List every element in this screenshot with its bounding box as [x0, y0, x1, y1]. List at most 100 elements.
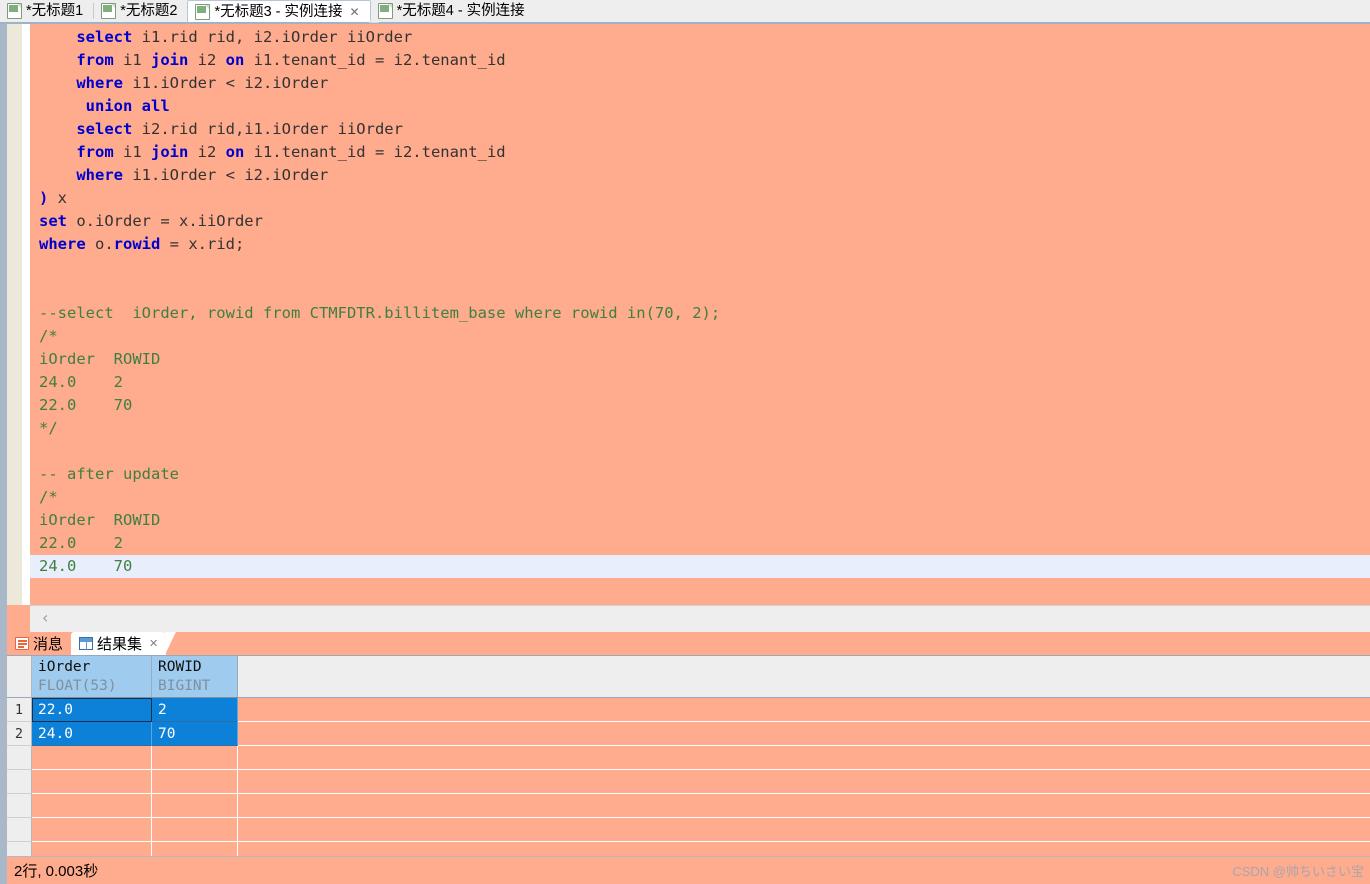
code-line[interactable]: 24.0 2	[30, 371, 1370, 394]
code-line[interactable]: from i1 join i2 on i1.tenant_id = i2.ten…	[30, 49, 1370, 72]
code-line[interactable]: where i1.iOrder < i2.iOrder	[30, 72, 1370, 95]
code-line[interactable]: from i1 join i2 on i1.tenant_id = i2.ten…	[30, 141, 1370, 164]
grid-empty-row[interactable]	[7, 842, 1370, 857]
code-line[interactable]: iOrder ROWID	[30, 509, 1370, 532]
results-tab-result-set[interactable]: 结果集 ✕	[71, 632, 177, 655]
grid-cell[interactable]: 22.0	[32, 698, 152, 722]
sql-file-icon	[101, 3, 117, 19]
code-line[interactable]	[30, 440, 1370, 463]
grid-row-filler	[238, 746, 1370, 770]
code-line[interactable]: union all	[30, 95, 1370, 118]
editor-tab-4[interactable]: *无标题4 - 实例连接	[370, 0, 535, 22]
grid-empty-cell[interactable]	[32, 818, 152, 842]
grid-row-filler	[238, 842, 1370, 857]
code-line[interactable]: where o.rowid = x.rid;	[30, 233, 1370, 256]
code-line[interactable]: -- after update	[30, 463, 1370, 486]
code-line[interactable]: select i2.rid rid,i1.iOrder iiOrder	[30, 118, 1370, 141]
code-line[interactable]: 22.0 2	[30, 532, 1370, 555]
grid-empty-row[interactable]	[7, 818, 1370, 842]
editor-tab-label: *无标题3 - 实例连接	[214, 3, 343, 20]
code-line[interactable]	[30, 256, 1370, 279]
grid-empty-row[interactable]	[7, 794, 1370, 818]
editor-tab-2[interactable]: *无标题2	[94, 0, 188, 22]
column-type: BIGINT	[158, 677, 211, 694]
grid-header-row: iOrder FLOAT(53) ROWID BIGINT	[7, 656, 1370, 698]
grid-row-filler	[238, 818, 1370, 842]
column-name: iOrder	[38, 658, 91, 675]
grid-row-filler	[238, 794, 1370, 818]
messages-icon	[15, 637, 29, 650]
code-line[interactable]: /*	[30, 486, 1370, 509]
grid-empty-row[interactable]	[7, 770, 1370, 794]
watermark-text: CSDN @帅ちいさい宝	[1232, 863, 1364, 879]
sql-file-icon	[377, 3, 393, 19]
grid-empty-cell[interactable]	[32, 746, 152, 770]
grid-row[interactable]: 1 22.0 2	[7, 698, 1370, 722]
tab-skew-edge	[165, 632, 177, 655]
grid-row[interactable]: 2 24.0 70	[7, 722, 1370, 746]
editor-horizontal-scrollbar[interactable]: ‹	[0, 605, 1370, 632]
grid-row-filler	[238, 722, 1370, 746]
sql-file-icon	[195, 3, 211, 20]
grid-corner-cell[interactable]	[7, 656, 32, 698]
grid-empty-cell[interactable]	[32, 794, 152, 818]
row-number[interactable]: 1	[7, 698, 32, 722]
row-number[interactable]: 2	[7, 722, 32, 746]
sql-code-area[interactable]: select i1.rid rid, i2.iOrder iiOrder fro…	[30, 24, 1370, 605]
column-name: ROWID	[158, 658, 202, 675]
grid-empty-cell[interactable]	[32, 770, 152, 794]
grid-column-header[interactable]: iOrder FLOAT(53)	[32, 656, 152, 698]
row-number[interactable]	[7, 770, 32, 794]
code-line[interactable]: select i1.rid rid, i2.iOrder iiOrder	[30, 26, 1370, 49]
results-tab-label: 结果集	[97, 636, 143, 653]
code-line[interactable]: ) x	[30, 187, 1370, 210]
row-number[interactable]	[7, 818, 32, 842]
editor-tab-1[interactable]: *无标题1	[0, 0, 94, 22]
editor-tab-label: *无标题1	[26, 3, 84, 19]
grid-column-header[interactable]: ROWID BIGINT	[152, 656, 238, 698]
watermark: CSDN @帅ちいさい宝	[1232, 856, 1364, 884]
code-line[interactable]: */	[30, 417, 1370, 440]
result-grid[interactable]: iOrder FLOAT(53) ROWID BIGINT 1 22.0 2 2 24.0 70	[7, 655, 1370, 857]
status-bar: 2行, 0.003秒	[0, 856, 1370, 884]
code-line[interactable]: set o.iOrder = x.iiOrder	[30, 210, 1370, 233]
grid-row-filler	[238, 698, 1370, 722]
code-line[interactable]: iOrder ROWID	[30, 348, 1370, 371]
editor-tab-label: *无标题2	[120, 3, 178, 19]
results-tab-messages[interactable]: 消息	[7, 632, 71, 655]
row-number[interactable]	[7, 794, 32, 818]
editor-gutter-margin	[22, 24, 30, 605]
code-line[interactable]: --select iOrder, rowid from CTMFDTR.bill…	[30, 302, 1370, 325]
row-number[interactable]	[7, 842, 32, 857]
grid-empty-row[interactable]	[7, 746, 1370, 770]
scrollbar-track[interactable]: ‹	[30, 605, 1370, 632]
editor-gutter	[7, 24, 22, 605]
grid-cell[interactable]: 2	[152, 698, 238, 722]
editor-tab-bar: *无标题1 *无标题2 *无标题3 - 实例连接 ✕ *无标题4 - 实例连接	[0, 0, 1370, 24]
results-tab-bar: 消息 结果集 ✕	[7, 632, 1370, 655]
grid-empty-cell[interactable]	[152, 842, 238, 857]
grid-cell[interactable]: 24.0	[32, 722, 152, 746]
sql-editor-pane: select i1.rid rid, i2.iOrder iiOrder fro…	[0, 24, 1370, 605]
grid-empty-cell[interactable]	[152, 770, 238, 794]
editor-tab-3[interactable]: *无标题3 - 实例连接 ✕	[187, 0, 379, 23]
results-tab-label: 消息	[33, 636, 64, 653]
grid-empty-cell[interactable]	[152, 746, 238, 770]
scroll-left-chevron-icon[interactable]: ‹	[42, 610, 48, 626]
grid-icon	[79, 637, 94, 650]
sql-file-icon	[7, 3, 22, 19]
row-number[interactable]	[7, 746, 32, 770]
code-line[interactable]: 22.0 70	[30, 394, 1370, 417]
grid-empty-cell[interactable]	[152, 794, 238, 818]
column-type: FLOAT(53)	[38, 677, 117, 694]
grid-empty-cell[interactable]	[32, 842, 152, 857]
grid-cell[interactable]: 70	[152, 722, 238, 746]
code-line[interactable]: /*	[30, 325, 1370, 348]
grid-header-filler	[238, 656, 1370, 698]
close-icon[interactable]: ✕	[350, 6, 360, 18]
grid-empty-cell[interactable]	[152, 818, 238, 842]
code-line[interactable]: where i1.iOrder < i2.iOrder	[30, 164, 1370, 187]
code-line[interactable]	[30, 279, 1370, 302]
code-line[interactable]: 24.0 70	[30, 555, 1370, 578]
close-icon[interactable]: ✕	[149, 637, 158, 650]
